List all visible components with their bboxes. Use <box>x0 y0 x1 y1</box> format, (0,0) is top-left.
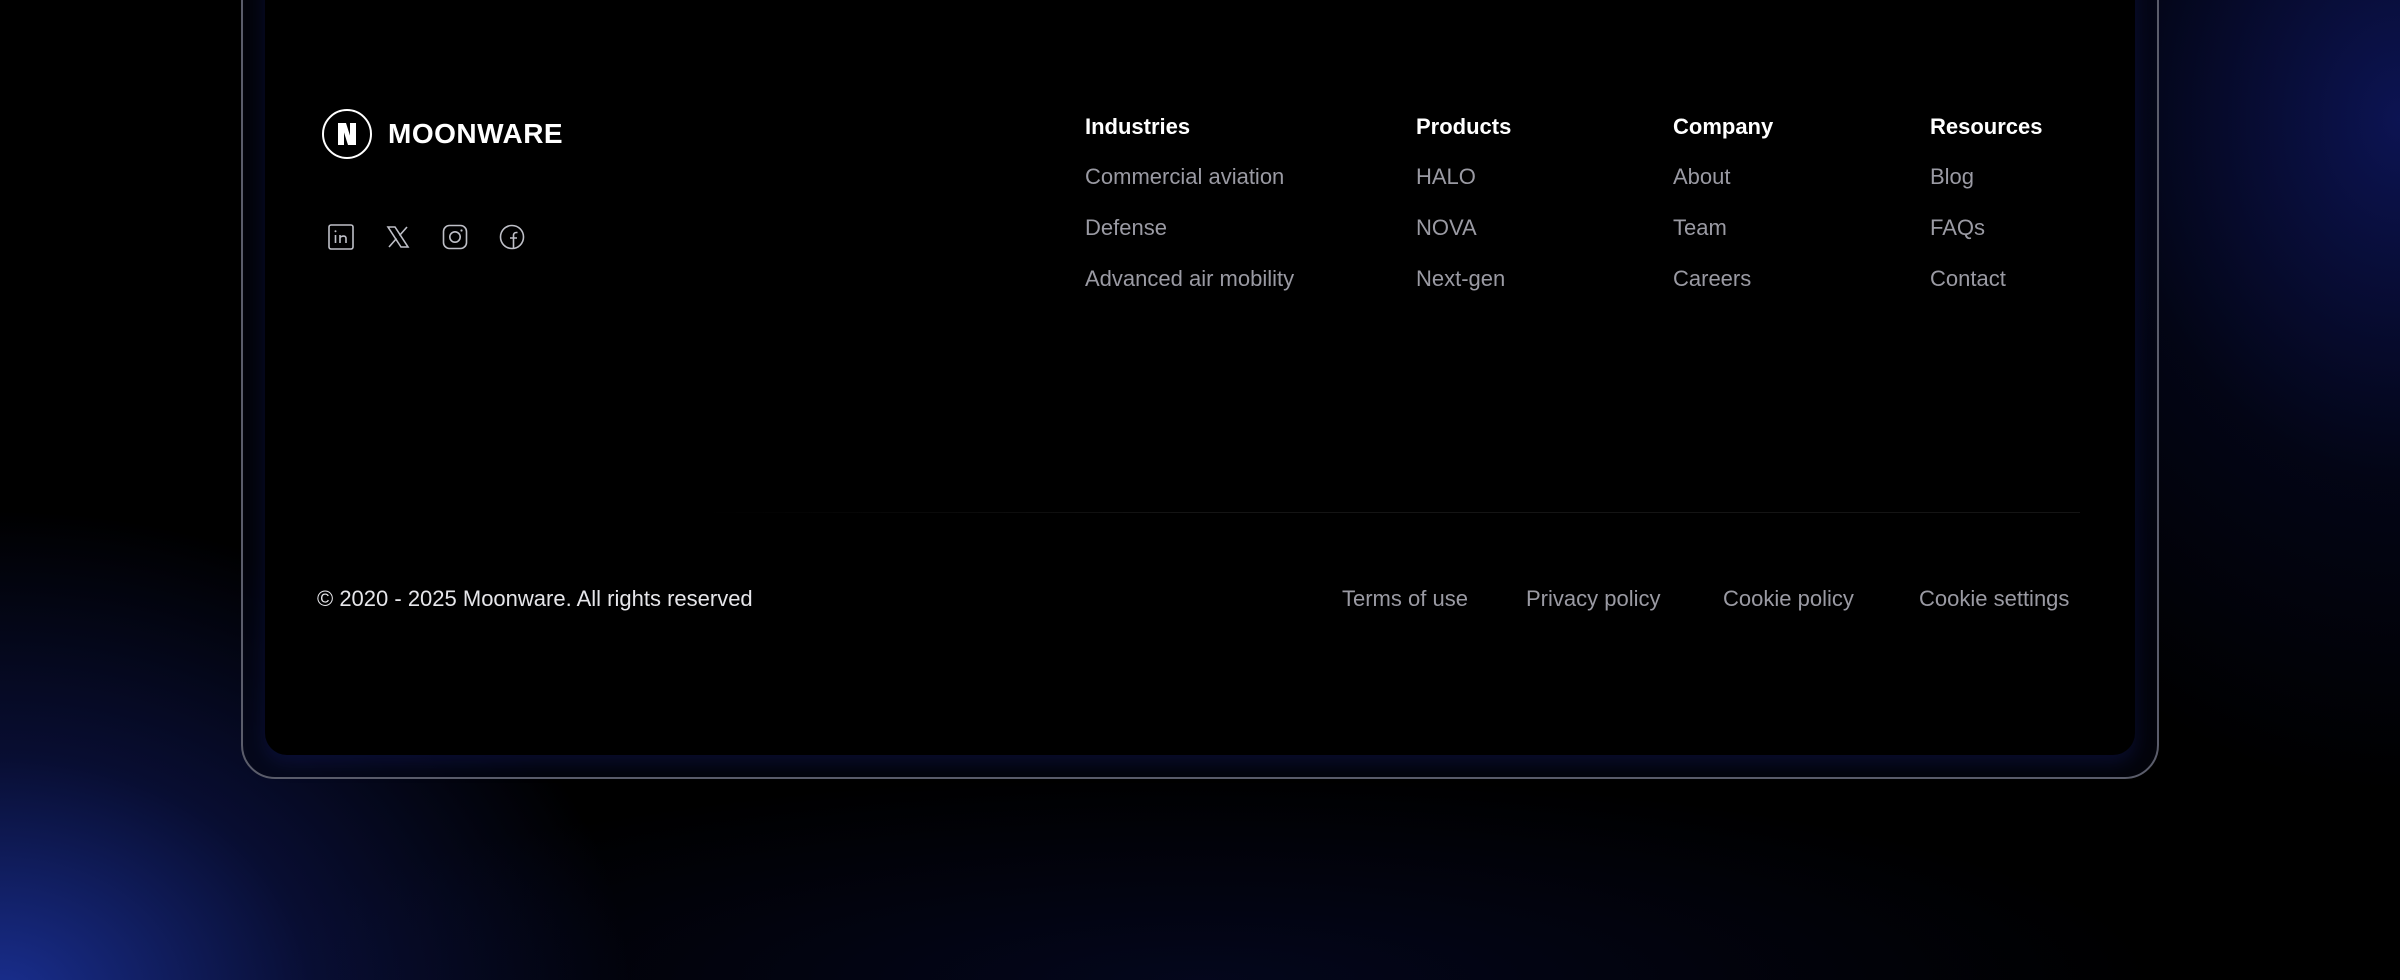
cookie-settings-link[interactable]: Cookie settings <box>1919 584 2069 614</box>
x-twitter-icon[interactable] <box>383 222 413 252</box>
nav-link-faqs[interactable]: FAQs <box>1930 213 2043 243</box>
nav-link-commercial-aviation[interactable]: Commercial aviation <box>1085 162 1294 192</box>
nav-column-resources: Resources Blog FAQs Contact <box>1930 112 2043 294</box>
nav-link-team[interactable]: Team <box>1673 213 1773 243</box>
nav-heading-products: Products <box>1416 114 1512 139</box>
brand-logo-link[interactable]: MOONWARE <box>322 109 563 159</box>
nav-link-blog[interactable]: Blog <box>1930 162 2043 192</box>
instagram-icon[interactable] <box>440 222 470 252</box>
brand-name: MOONWARE <box>388 118 564 149</box>
linkedin-icon[interactable] <box>326 222 356 252</box>
nav-column-industries: Industries Commercial aviation Defense A… <box>1085 112 1294 294</box>
nav-link-next-gen[interactable]: Next-gen <box>1416 264 1511 294</box>
nav-link-advanced-air-mobility[interactable]: Advanced air mobility <box>1085 264 1294 294</box>
nav-link-contact[interactable]: Contact <box>1930 264 2043 294</box>
terms-of-use-link[interactable]: Terms of use <box>1342 584 1468 614</box>
nav-link-defense[interactable]: Defense <box>1085 213 1294 243</box>
footer-divider <box>700 512 2080 513</box>
nav-link-careers[interactable]: Careers <box>1673 264 1773 294</box>
nav-heading-company: Company <box>1673 114 1774 139</box>
social-links <box>326 222 527 252</box>
facebook-icon[interactable] <box>497 222 527 252</box>
nav-heading-resources: Resources <box>1930 114 2043 139</box>
moonware-logo-icon <box>322 109 372 159</box>
page-background: MOONWARE Industries Commercial aviation … <box>0 0 2400 980</box>
nav-link-nova[interactable]: NOVA <box>1416 213 1511 243</box>
copyright-text: © 2020 - 2025 Moonware. All rights reser… <box>317 586 753 611</box>
nav-heading-industries: Industries <box>1085 114 1191 139</box>
privacy-policy-link[interactable]: Privacy policy <box>1526 584 1660 614</box>
nav-link-about[interactable]: About <box>1673 162 1773 192</box>
cookie-policy-link[interactable]: Cookie policy <box>1723 584 1854 614</box>
nav-column-products: Products HALO NOVA Next-gen <box>1416 112 1511 294</box>
nav-link-halo[interactable]: HALO <box>1416 162 1511 192</box>
nav-column-company: Company About Team Careers <box>1673 112 1773 294</box>
